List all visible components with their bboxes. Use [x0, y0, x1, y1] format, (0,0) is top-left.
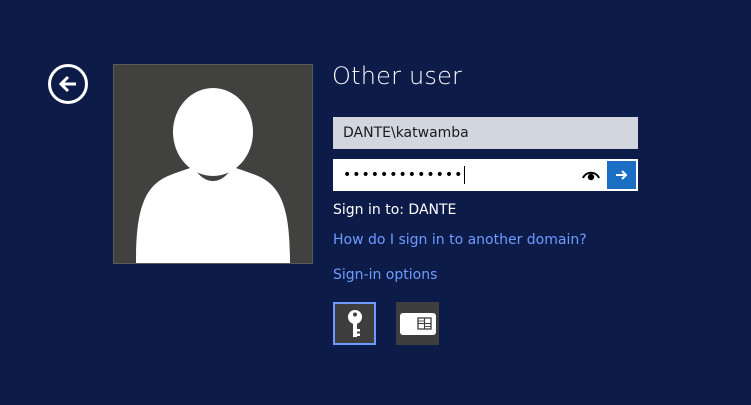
- signin-domain-text: Sign in to: DANTE: [333, 202, 457, 218]
- submit-button[interactable]: [607, 161, 636, 189]
- page-title: Other user: [332, 62, 463, 90]
- avatar: [113, 64, 313, 264]
- password-box: •••••••••••••: [333, 159, 638, 191]
- arrow-right-icon: [615, 170, 627, 180]
- other-domain-link[interactable]: How do I sign in to another domain?: [333, 232, 587, 248]
- back-button[interactable]: [48, 64, 88, 104]
- reveal-password-button[interactable]: [579, 165, 603, 185]
- username-field[interactable]: [333, 117, 638, 149]
- back-arrow-icon: [58, 75, 76, 93]
- password-option-tile[interactable]: [333, 302, 376, 345]
- signin-options-link[interactable]: Sign-in options: [333, 267, 437, 283]
- eye-icon: [582, 171, 600, 181]
- password-field[interactable]: [335, 161, 575, 189]
- smart-card-icon: [399, 312, 436, 335]
- key-icon: [347, 309, 362, 337]
- user-silhouette-icon: [136, 88, 290, 263]
- smart-card-option-tile[interactable]: [396, 302, 439, 345]
